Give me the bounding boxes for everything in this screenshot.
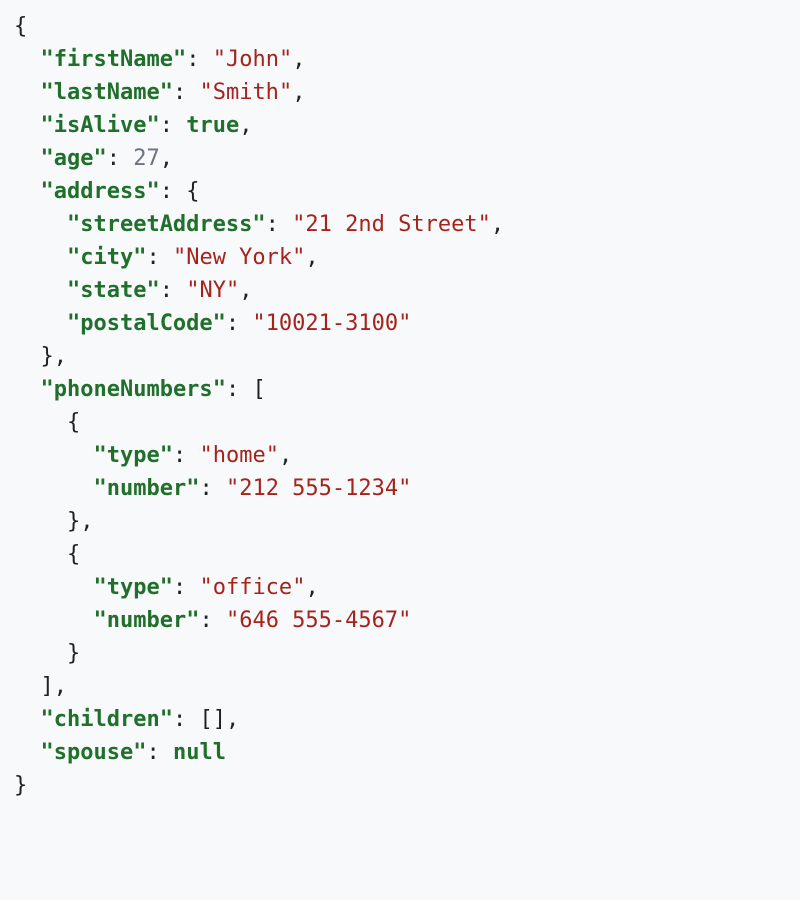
json-entry-age: "age": 27, bbox=[14, 142, 786, 175]
json-array-item-open: { bbox=[14, 538, 786, 571]
json-code-block: { "firstName": "John", "lastName": "Smit… bbox=[14, 10, 786, 802]
json-entry-lastName: "lastName": "Smith", bbox=[14, 76, 786, 109]
brace-close: } bbox=[14, 769, 786, 802]
json-entry-postalCode: "postalCode": "10021-3100" bbox=[14, 307, 786, 340]
brace-open: { bbox=[14, 10, 786, 43]
json-array-item-close: }, bbox=[14, 505, 786, 538]
json-entry-phoneNumbers-open: "phoneNumbers": [ bbox=[14, 373, 786, 406]
json-entry-streetAddress: "streetAddress": "21 2nd Street", bbox=[14, 208, 786, 241]
json-entry-phoneNumbers-close: ], bbox=[14, 670, 786, 703]
json-entry-state: "state": "NY", bbox=[14, 274, 786, 307]
json-entry-address-close: }, bbox=[14, 340, 786, 373]
json-array-item-close: } bbox=[14, 637, 786, 670]
json-entry-city: "city": "New York", bbox=[14, 241, 786, 274]
json-entry-firstName: "firstName": "John", bbox=[14, 43, 786, 76]
json-entry-address-open: "address": { bbox=[14, 175, 786, 208]
json-entry-phone1-number: "number": "646 555-4567" bbox=[14, 604, 786, 637]
json-entry-children: "children": [], bbox=[14, 703, 786, 736]
json-entry-phone0-number: "number": "212 555-1234" bbox=[14, 472, 786, 505]
json-entry-phone0-type: "type": "home", bbox=[14, 439, 786, 472]
json-entry-isAlive: "isAlive": true, bbox=[14, 109, 786, 142]
json-array-item-open: { bbox=[14, 406, 786, 439]
json-entry-phone1-type: "type": "office", bbox=[14, 571, 786, 604]
json-entry-spouse: "spouse": null bbox=[14, 736, 786, 769]
